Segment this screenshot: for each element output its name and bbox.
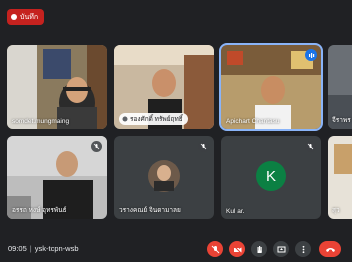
more-icon	[302, 245, 304, 253]
recording-label: บันทึก	[20, 13, 39, 21]
meeting-code: ysk-tcpn-wsb	[34, 243, 79, 253]
participant-name-pill: รองศักดิ์ ทรัพย์ฤทธิ์	[119, 113, 188, 125]
participant-name: สุว	[332, 207, 340, 214]
participant-name: Kul ar.	[226, 208, 245, 215]
clock-time: 09:05	[8, 243, 27, 253]
mic-off-icon	[211, 245, 219, 253]
participant-tile[interactable]: วรางคณย์ จินดามาลย	[114, 136, 214, 219]
participant-name: Apichart Chantasu	[226, 118, 280, 125]
end-call-icon	[325, 247, 335, 252]
participant-tile[interactable]: K Kul ar.	[221, 136, 321, 219]
raise-hand-icon	[257, 245, 262, 253]
meeting-info: 09:05 | ysk-tcpn-wsb	[8, 244, 79, 253]
participant-tile[interactable]: อรรถ หงษ์ อุทรพันธ์	[7, 136, 107, 219]
end-call-button[interactable]	[319, 241, 341, 257]
participant-name: วรางคณย์ จินดามาลย	[119, 207, 181, 214]
pin-icon	[122, 116, 128, 122]
participant-tile[interactable]: รองศักดิ์ ทรัพย์ฤทธิ์	[114, 45, 214, 129]
avatar-letter: K	[265, 167, 276, 185]
mic-off-icon	[305, 141, 316, 152]
participant-tile[interactable]: somdet.mungmaing	[7, 45, 107, 129]
participant-tile[interactable]: จีราพร ส	[328, 45, 352, 129]
speaking-indicator-icon	[305, 49, 317, 61]
more-options-button[interactable]	[295, 241, 311, 257]
raise-hand-button[interactable]	[251, 241, 267, 257]
participant-name: อรรถ หงษ์ อุทรพันธ์	[12, 207, 67, 214]
mic-off-icon	[91, 141, 102, 152]
bottom-toolbar: 09:05 | ysk-tcpn-wsb	[0, 234, 352, 262]
participant-tile-active-speaker[interactable]: Apichart Chantasu	[219, 43, 323, 131]
video-feed	[7, 45, 107, 129]
participant-tile[interactable]: สุว	[328, 136, 352, 219]
present-screen-button[interactable]	[273, 241, 289, 257]
recording-badge[interactable]: บันทึก	[7, 9, 45, 25]
recording-dot-icon	[11, 14, 17, 20]
avatar: K	[256, 161, 286, 191]
camera-off-icon	[233, 245, 241, 253]
microphone-toggle-button[interactable]	[207, 241, 223, 257]
separator: |	[29, 243, 32, 253]
participant-name: จีราพร ส	[332, 117, 352, 124]
mic-off-icon	[198, 141, 209, 152]
present-icon	[277, 246, 285, 252]
participant-name: รองศักดิ์ ทรัพย์ฤทธิ์	[130, 116, 183, 123]
participant-name: somdet.mungmaing	[12, 118, 70, 125]
camera-toggle-button[interactable]	[229, 241, 245, 257]
call-controls	[207, 241, 341, 257]
